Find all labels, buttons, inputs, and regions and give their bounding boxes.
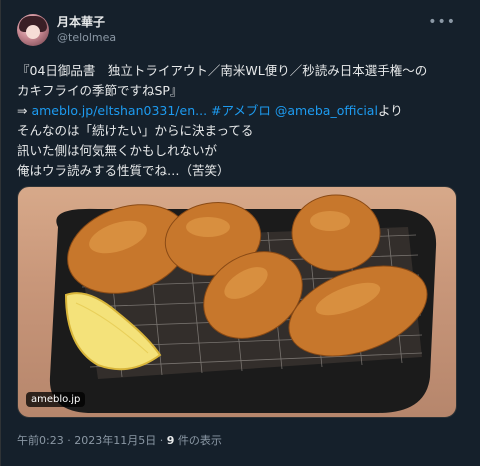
author-display-name[interactable]: 月本華子 [57, 13, 105, 30]
tweet-card: 月本華子 @telolmea ••• 『04日御品書 独立トライアウト／南米WL… [0, 0, 480, 466]
tweet-line-2: カキフライの季節ですねSP』 [17, 83, 183, 98]
tweet-line-1: 『04日御品書 独立トライアウト／南米WL便り／秒読み日本選手権～の [17, 63, 428, 78]
tweet-date[interactable]: 2023年11月5日 [74, 434, 156, 447]
more-options-icon[interactable]: ••• [428, 14, 456, 30]
tweet-line-4: そんなのは「続けたい」からに決まってる [17, 123, 254, 138]
meta-separator-2: · [156, 434, 167, 447]
suffix-text: より [377, 103, 403, 118]
mention-link[interactable]: @ameba_official [271, 103, 378, 118]
tweet-line-3: ⇒ ameblo.jp/eltshan0331/en... #アメブロ @ame… [17, 101, 467, 121]
fried-oyster-photo [49, 194, 437, 413]
tweet-media-photo[interactable]: ameblo.jp [17, 186, 457, 418]
author-handle[interactable]: @telolmea [57, 31, 116, 44]
avatar-face [26, 25, 40, 39]
tweet-line-6: 俺はウラ読みする性質でね…（苦笑） [17, 163, 230, 178]
media-source-badge: ameblo.jp [26, 392, 86, 407]
arrow-text: ⇒ [17, 103, 32, 118]
meta-separator-1: · [63, 434, 75, 447]
blog-link[interactable]: ameblo.jp/eltshan0331/en... [31, 103, 207, 118]
tweet-body: 『04日御品書 独立トライアウト／南米WL便り／秒読み日本選手権～の カキフライ… [17, 61, 467, 181]
tweet-meta: 午前0:23 · 2023年11月5日 · 9 件の表示 [17, 432, 222, 448]
views-label: 件の表示 [174, 434, 222, 447]
avatar[interactable] [17, 14, 49, 46]
tweet-time[interactable]: 午前0:23 [17, 434, 64, 447]
tweet-line-5: 訊いた側は何気無くかもしれないが [17, 143, 218, 158]
hashtag-link[interactable]: #アメブロ [207, 103, 271, 118]
